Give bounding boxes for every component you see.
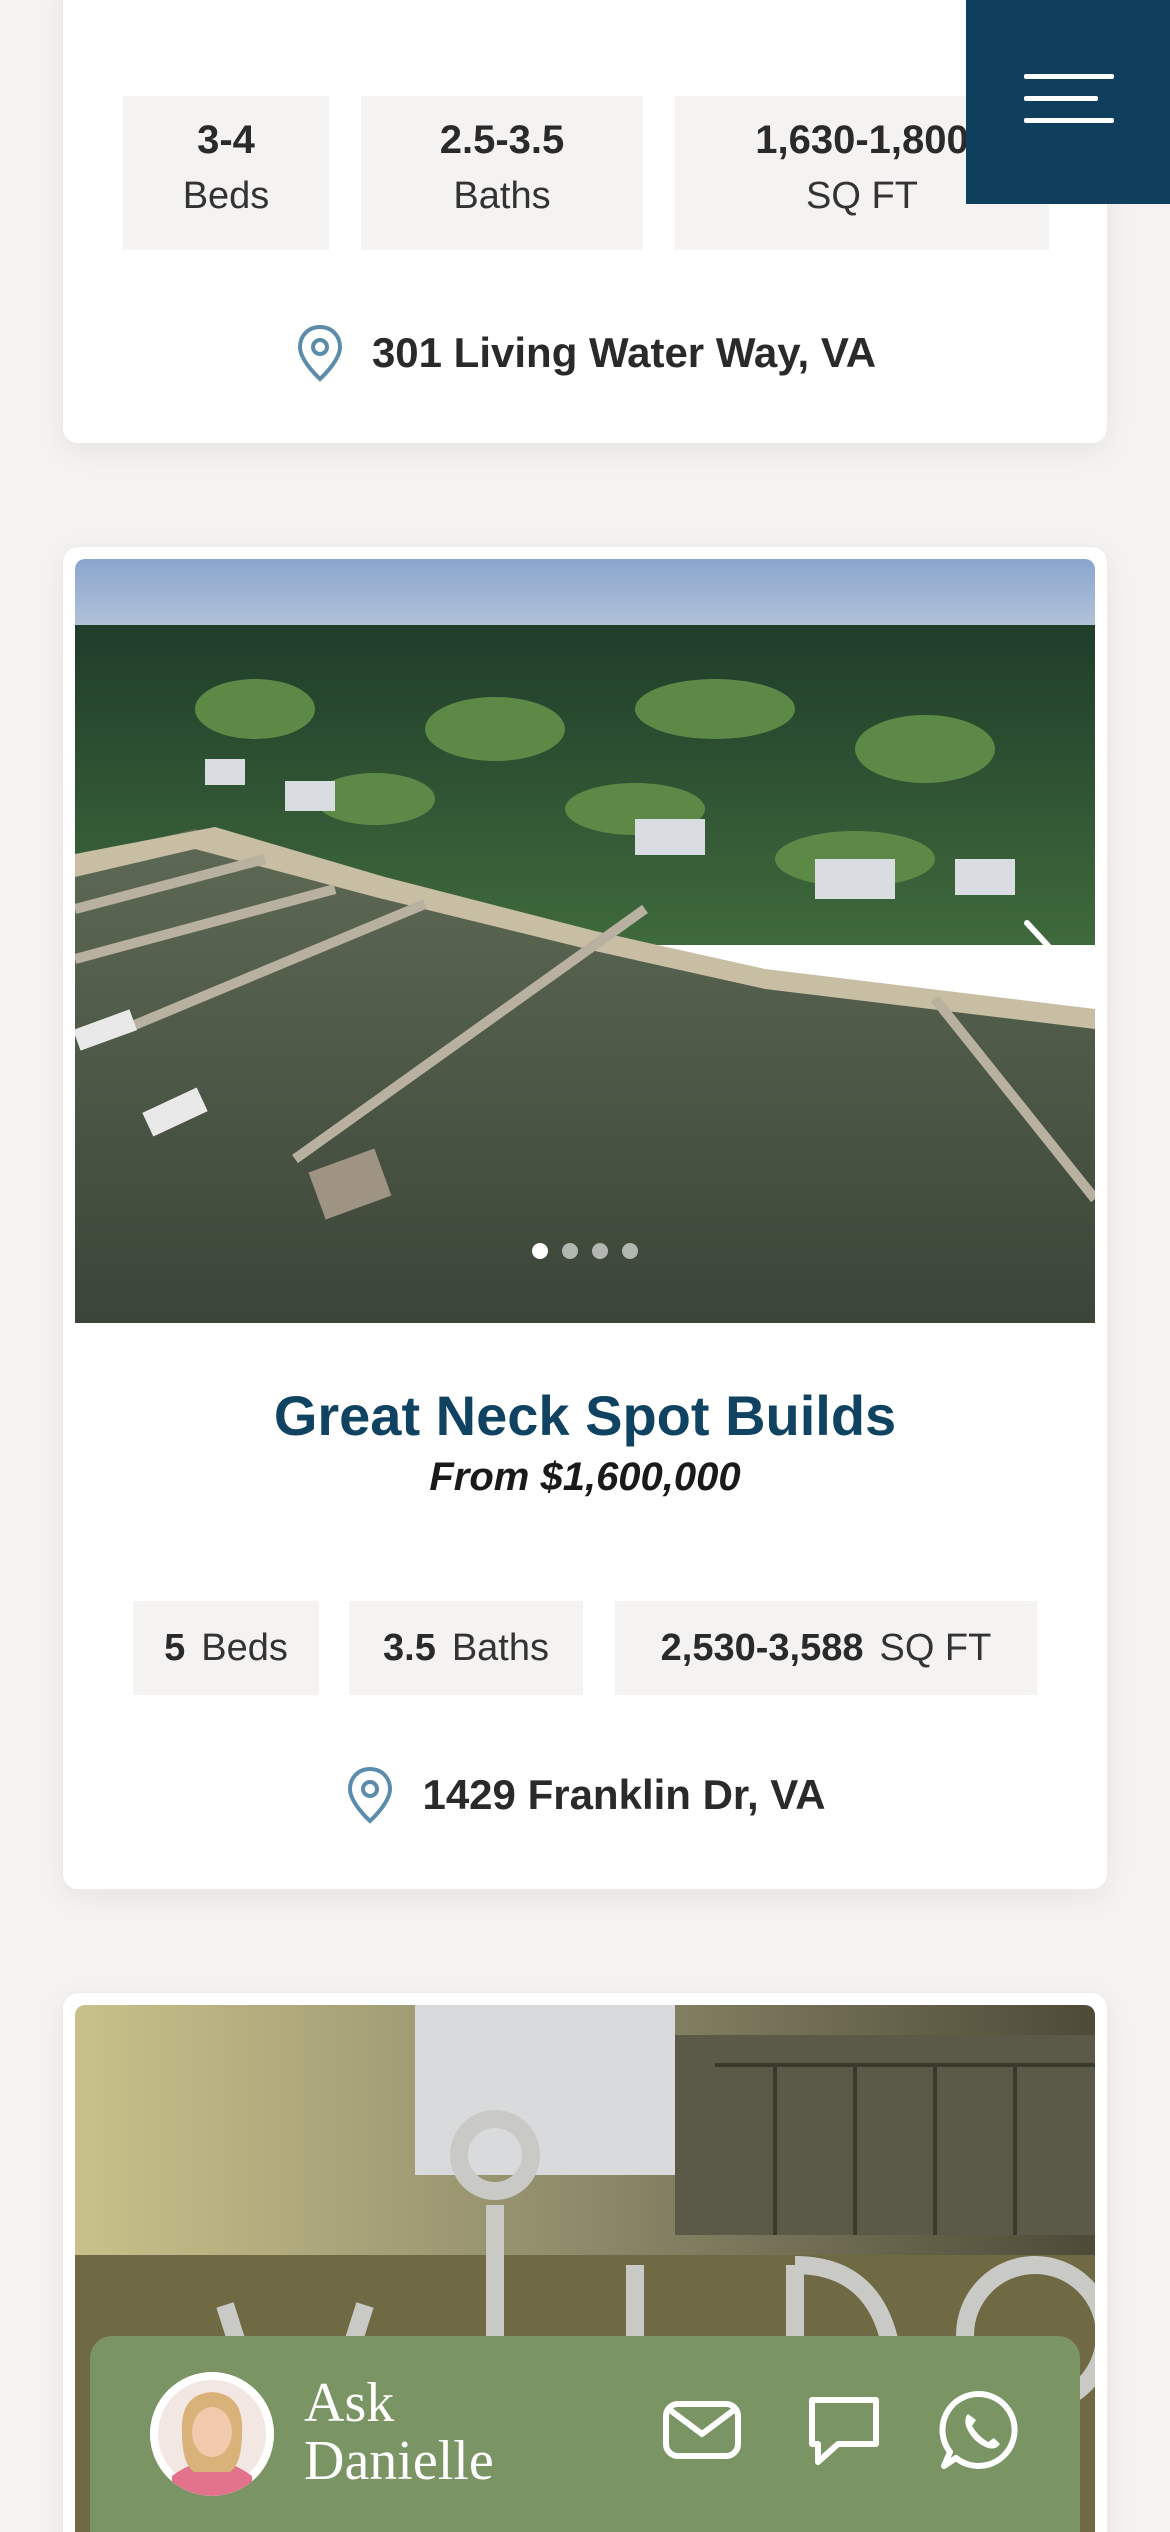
aerial-waterfront-photo [75, 559, 1095, 1323]
listing-photo-carousel[interactable] [75, 559, 1095, 1323]
ask-label-line1: Ask [304, 2372, 395, 2434]
location-pin-icon [297, 324, 342, 382]
ask-danielle-bar[interactable]: Ask Danielle [90, 2336, 1080, 2532]
address-text: 1429 Franklin Dr, VA [422, 1771, 826, 1818]
carousel-dot[interactable] [592, 1243, 608, 1259]
stat-label: Beds [182, 175, 270, 217]
listing-title[interactable]: Great Neck Spot Builds [63, 1383, 1107, 1448]
carousel-dots [75, 1243, 1095, 1264]
whatsapp-icon[interactable] [938, 2388, 1022, 2472]
stat-value: 3.5 [383, 1626, 436, 1669]
ask-danielle-label[interactable]: Ask Danielle [304, 2374, 494, 2490]
stat-baths: 3.5 Baths [349, 1601, 583, 1695]
address-text: 301 Living Water Way, VA [371, 329, 877, 376]
listing-card[interactable]: Great Neck Spot Builds From $1,600,000 5… [62, 546, 1108, 1890]
hamburger-icon-bar [1024, 96, 1098, 101]
carousel-dot[interactable] [532, 1243, 548, 1259]
listing-card[interactable]: 3-4 Beds 2.5-3.5 Baths 1,630-1,800 SQ FT… [62, 0, 1108, 444]
stat-baths: 2.5-3.5 Baths [361, 96, 643, 250]
location-pin-icon [348, 1766, 393, 1824]
listing-price: From $1,600,000 [429, 1455, 741, 1499]
stat-value: 2.5-3.5 [439, 118, 565, 162]
stat-label: Beds [201, 1626, 288, 1669]
stats-row: 3-4 Beds 2.5-3.5 Baths 1,630-1,800 SQ FT [123, 96, 1049, 250]
carousel-dot[interactable] [622, 1243, 638, 1259]
listing-address: 1429 Franklin Dr, VA [63, 1765, 1107, 1825]
stat-beds: 5 Beds [133, 1601, 319, 1695]
avatar-portrait [150, 2372, 274, 2496]
hamburger-icon-bar [1024, 118, 1114, 123]
chat-icon[interactable] [802, 2388, 886, 2472]
stat-value: 3-4 [197, 118, 255, 162]
stat-beds: 3-4 Beds [123, 96, 329, 250]
ask-label-line2: Danielle [304, 2430, 494, 2492]
chevron-right-icon[interactable] [1019, 917, 1059, 981]
stat-sqft: 2,530-3,588 SQ FT [615, 1601, 1037, 1695]
listing-address: 301 Living Water Way, VA [63, 323, 1107, 383]
stat-label: SQ FT [879, 1626, 992, 1669]
hamburger-icon-bar [1024, 74, 1114, 79]
menu-button[interactable] [966, 0, 1170, 204]
stat-label: Baths [451, 1626, 549, 1669]
carousel-dot[interactable] [562, 1243, 578, 1259]
stat-value: 2,530-3,588 [660, 1626, 864, 1669]
stat-value: 5 [164, 1626, 186, 1669]
agent-avatar[interactable] [150, 2372, 274, 2496]
email-icon[interactable] [660, 2388, 744, 2472]
stat-label: Baths [453, 175, 551, 217]
